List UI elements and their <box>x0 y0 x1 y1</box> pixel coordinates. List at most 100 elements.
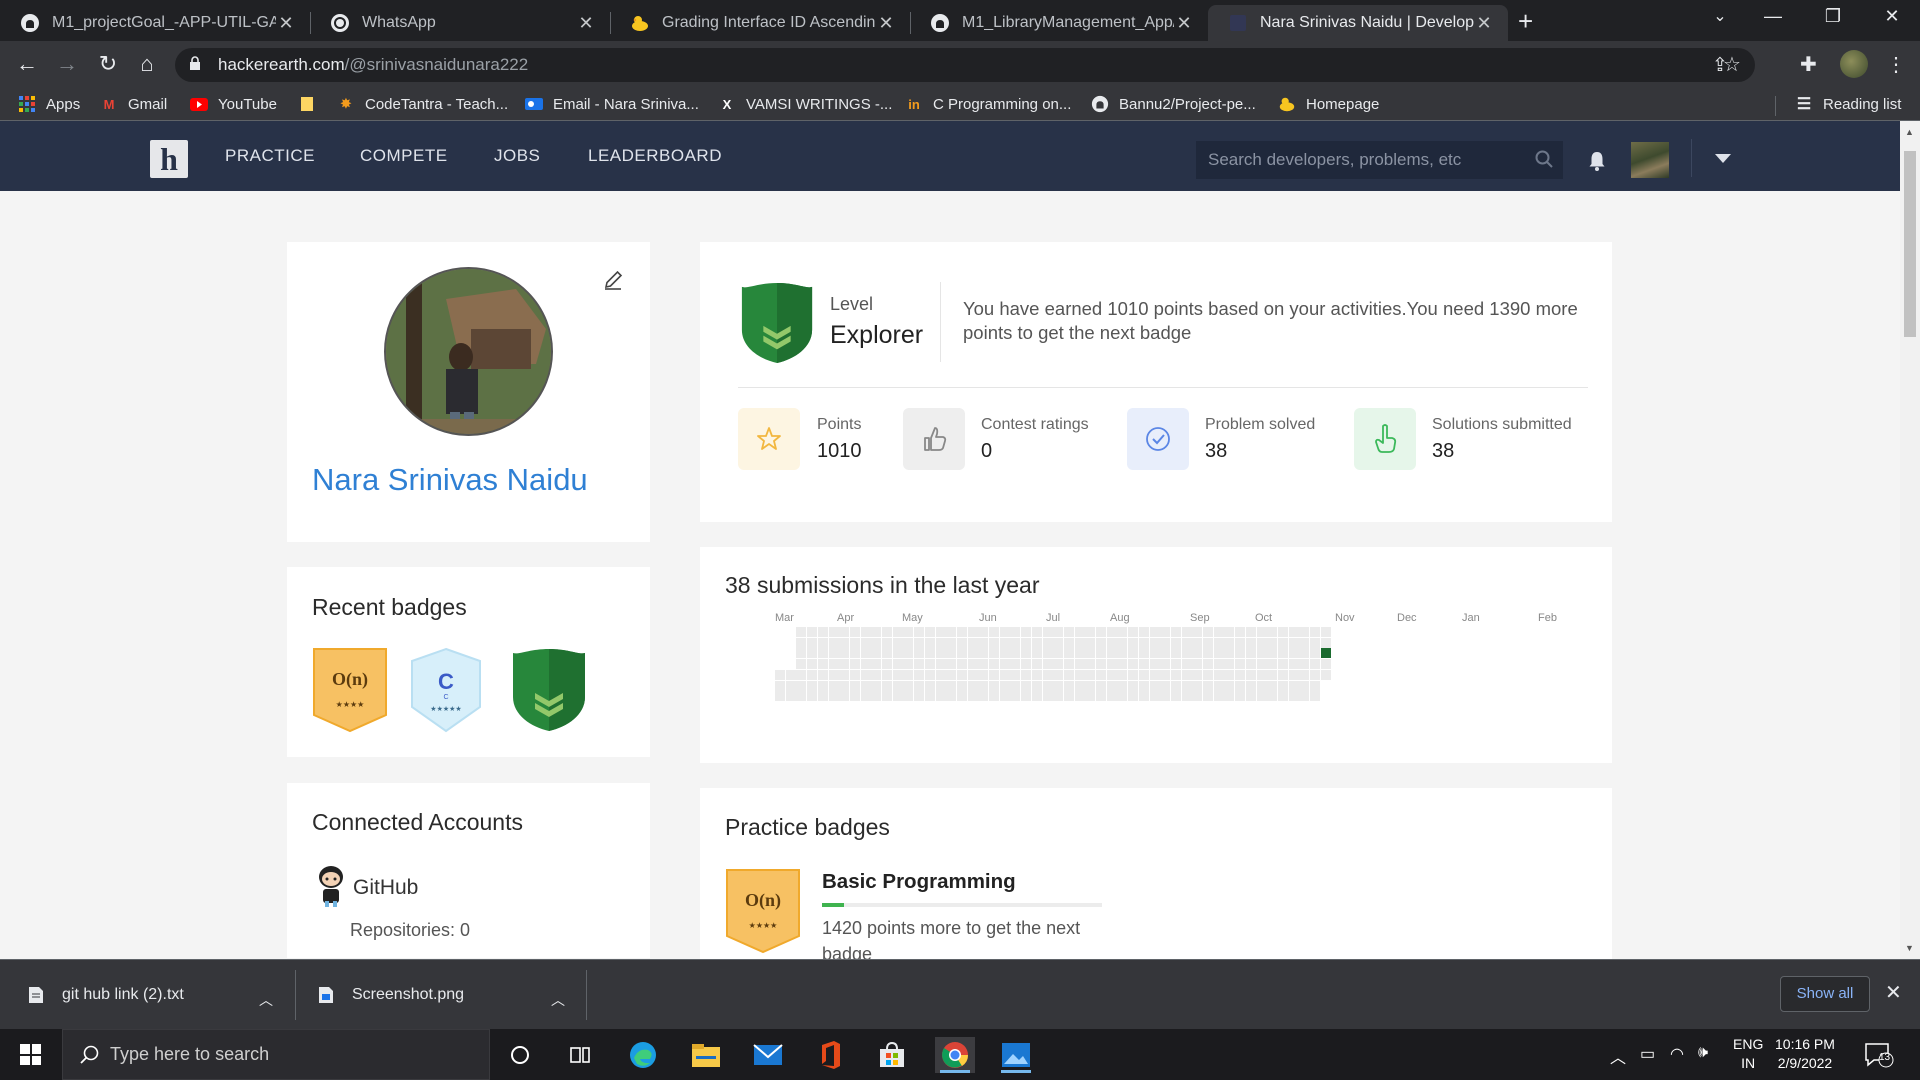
heatmap-day-cell[interactable] <box>1192 669 1203 680</box>
close-tab-icon[interactable]: ✕ <box>576 13 596 34</box>
heatmap-day-cell[interactable] <box>1160 659 1171 670</box>
heatmap-day-cell[interactable] <box>1128 648 1139 659</box>
heatmap-day-cell[interactable] <box>1128 680 1139 691</box>
heatmap-day-cell[interactable] <box>1310 627 1320 637</box>
heatmap-day-cell[interactable] <box>1310 648 1320 659</box>
heatmap-day-cell[interactable] <box>1267 669 1278 680</box>
heatmap-day-cell[interactable] <box>1096 691 1106 702</box>
heatmap-day-cell[interactable] <box>775 669 785 680</box>
heatmap-day-cell[interactable] <box>1074 659 1085 670</box>
heatmap-day-cell[interactable] <box>1160 691 1171 702</box>
heatmap-day-cell[interactable] <box>860 680 871 691</box>
heatmap-day-cell[interactable] <box>871 680 882 691</box>
heatmap-day-cell[interactable] <box>1117 669 1128 680</box>
heatmap-day-cell[interactable] <box>1245 680 1256 691</box>
cortana-icon[interactable] <box>500 1037 540 1073</box>
heatmap-day-cell[interactable] <box>849 659 860 670</box>
scroll-thumb[interactable] <box>1904 151 1916 337</box>
hackerearth-logo[interactable]: h <box>150 140 188 178</box>
heatmap-day-cell[interactable] <box>828 669 839 680</box>
heatmap-day-cell[interactable] <box>999 669 1010 680</box>
heatmap-day-cell[interactable] <box>1021 680 1032 691</box>
heatmap-day-cell[interactable] <box>914 659 925 670</box>
download-item[interactable]: Screenshot.png <box>318 960 464 1030</box>
close-downloads-icon[interactable]: ✕ <box>1885 980 1902 1005</box>
heatmap-day-cell[interactable] <box>946 691 957 702</box>
heatmap-day-cell[interactable] <box>924 669 935 680</box>
heatmap-day-cell[interactable] <box>1170 680 1181 691</box>
heatmap-day-cell[interactable] <box>1106 637 1117 648</box>
heatmap-day-cell[interactable] <box>1063 648 1074 659</box>
heatmap-day-cell[interactable] <box>828 691 839 702</box>
heatmap-day-cell[interactable] <box>807 659 818 670</box>
heatmap-day-cell[interactable] <box>775 680 785 691</box>
heatmap-day-cell[interactable] <box>1288 669 1299 680</box>
show-all-button[interactable]: Show all <box>1780 976 1870 1012</box>
heatmap-day-cell[interactable] <box>1106 659 1117 670</box>
heatmap-day-cell[interactable] <box>860 669 871 680</box>
heatmap-day-cell[interactable] <box>1063 659 1074 670</box>
heatmap-day-cell[interactable] <box>914 691 925 702</box>
heatmap-day-cell[interactable] <box>1085 648 1096 659</box>
file-explorer-icon[interactable] <box>686 1037 726 1073</box>
heatmap-day-cell[interactable] <box>1085 627 1096 637</box>
heatmap-day-cell[interactable] <box>1138 669 1149 680</box>
heatmap-day-cell[interactable] <box>999 637 1010 648</box>
heatmap-day-cell[interactable] <box>903 627 914 637</box>
heatmap-day-cell[interactable] <box>1042 627 1053 637</box>
heatmap-day-cell[interactable] <box>807 691 818 702</box>
heatmap-day-cell[interactable] <box>796 637 807 648</box>
windows-start-icon[interactable] <box>20 1044 41 1065</box>
heatmap-day-cell[interactable] <box>1063 669 1074 680</box>
heatmap-day-cell[interactable] <box>1106 691 1117 702</box>
heatmap-day-cell[interactable] <box>1106 680 1117 691</box>
heatmap-day-cell[interactable] <box>882 659 892 670</box>
search-icon[interactable] <box>1535 150 1553 168</box>
heatmap-day-cell[interactable] <box>914 680 925 691</box>
heatmap-day-cell[interactable] <box>796 680 807 691</box>
heatmap-day-cell[interactable] <box>946 637 957 648</box>
heatmap-day-cell[interactable] <box>1160 680 1171 691</box>
heatmap-day-cell[interactable] <box>1085 691 1096 702</box>
heatmap-day-cell[interactable] <box>1299 648 1310 659</box>
heatmap-day-cell[interactable] <box>1010 680 1021 691</box>
heatmap-day-cell[interactable] <box>989 691 999 702</box>
heatmap-day-cell[interactable] <box>903 680 914 691</box>
heatmap-day-cell[interactable] <box>1245 637 1256 648</box>
heatmap-day-cell[interactable] <box>935 691 946 702</box>
heatmap-day-cell[interactable] <box>1299 669 1310 680</box>
heatmap-day-cell[interactable] <box>892 627 903 637</box>
heatmap-day-cell[interactable] <box>1224 637 1235 648</box>
browser-tab[interactable]: Grading Interface ID Ascending ( ✕ <box>610 5 910 41</box>
heatmap-day-cell[interactable] <box>1042 637 1053 648</box>
heatmap-day-cell[interactable] <box>1021 659 1032 670</box>
heatmap-day-cell[interactable] <box>1213 637 1224 648</box>
heatmap-day-cell[interactable] <box>1256 627 1267 637</box>
heatmap-day-cell[interactable] <box>882 680 892 691</box>
profile-avatar[interactable] <box>1840 50 1868 78</box>
heatmap-day-cell[interactable] <box>956 659 967 670</box>
browser-tab[interactable]: M1_projectGoal_-APP-UTIL-GAM ✕ <box>0 5 310 41</box>
heatmap-day-cell[interactable] <box>785 669 796 680</box>
minimize-button[interactable]: — <box>1753 6 1793 27</box>
heatmap-day-cell[interactable] <box>892 691 903 702</box>
heatmap-day-cell[interactable] <box>1042 648 1053 659</box>
clock[interactable]: 10:16 PM 2/9/2022 <box>1775 1035 1835 1073</box>
heatmap-day-cell[interactable] <box>1160 648 1171 659</box>
heatmap-day-cell[interactable] <box>1181 680 1192 691</box>
heatmap-day-cell[interactable] <box>882 691 892 702</box>
volume-icon[interactable]: 🕪 <box>1698 1044 1708 1062</box>
heatmap-day-cell[interactable] <box>1031 648 1042 659</box>
heatmap-day-cell[interactable] <box>1128 627 1139 637</box>
reload-icon[interactable]: ↻ <box>93 51 123 77</box>
heatmap-day-cell[interactable] <box>1074 680 1085 691</box>
heatmap-day-cell[interactable] <box>1138 637 1149 648</box>
heatmap-day-cell[interactable] <box>978 669 989 680</box>
heatmap-day-cell[interactable] <box>1310 669 1320 680</box>
heatmap-day-cell[interactable] <box>1160 627 1171 637</box>
heatmap-day-cell[interactable] <box>924 637 935 648</box>
heatmap-day-cell[interactable] <box>956 637 967 648</box>
heatmap-day-cell[interactable] <box>946 659 957 670</box>
heatmap-day-cell[interactable] <box>796 691 807 702</box>
heatmap-day-cell[interactable] <box>1267 627 1278 637</box>
